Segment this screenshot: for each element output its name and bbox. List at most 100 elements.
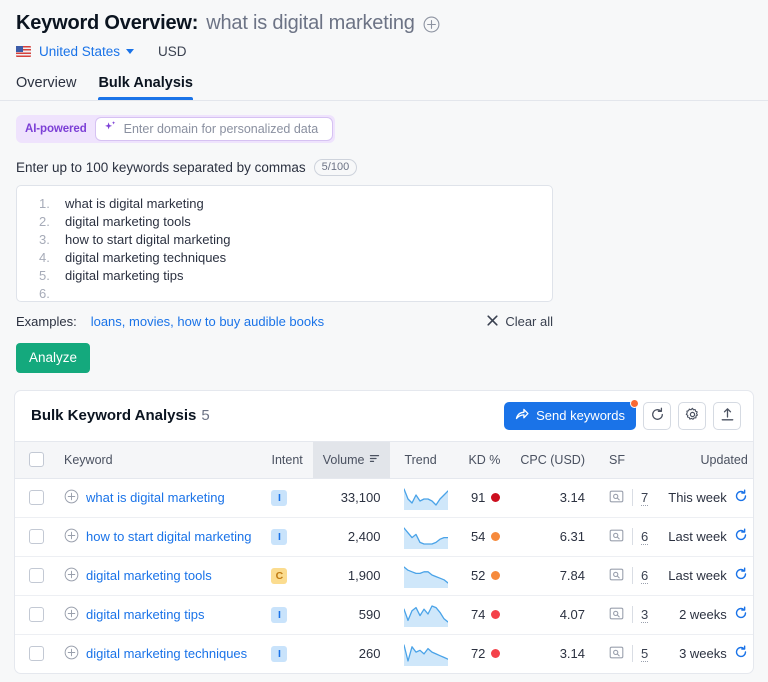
serp-preview-icon[interactable] xyxy=(609,489,624,507)
table-body: what is digital marketing I 33,100 91 3.14 7 T… xyxy=(15,478,753,673)
export-icon xyxy=(720,407,735,425)
intent-badge[interactable]: I xyxy=(271,529,288,545)
column-header-cpc[interactable]: CPC (USD) xyxy=(510,440,595,479)
row-select-cell xyxy=(15,517,54,557)
examples-links[interactable]: loans, movies, how to buy audible books xyxy=(91,314,324,329)
row-refresh-icon[interactable] xyxy=(734,567,748,584)
share-arrow-icon xyxy=(515,407,529,424)
keyword-line: 3. how to start digital marketing xyxy=(17,231,552,249)
column-header-sf[interactable]: SF xyxy=(595,440,659,479)
serp-preview-icon[interactable] xyxy=(609,567,624,585)
page-title-keyword: what is digital marketing xyxy=(206,12,415,34)
row-refresh-icon[interactable] xyxy=(734,489,748,506)
sf-cell: 5 xyxy=(595,634,658,673)
analyze-button[interactable]: Analyze xyxy=(16,342,91,373)
page-title-prefix: Keyword Overview: xyxy=(16,12,199,34)
row-checkbox[interactable] xyxy=(29,490,44,505)
column-header-keyword[interactable]: Keyword xyxy=(54,440,262,479)
export-button[interactable] xyxy=(713,401,741,430)
settings-button[interactable] xyxy=(678,401,706,430)
updated-value: Last week xyxy=(668,529,727,544)
column-header-updated[interactable]: Updated xyxy=(658,440,753,479)
table-header-row: Keyword Intent Volume Trend KD % CPC (US… xyxy=(15,440,753,479)
kd-value: 72 xyxy=(470,646,486,662)
select-all-checkbox[interactable] xyxy=(29,452,44,467)
keyword-link[interactable]: digital marketing techniques xyxy=(86,646,247,661)
serp-preview-icon[interactable] xyxy=(609,606,624,624)
intent-cell: I xyxy=(261,478,313,518)
sf-value[interactable]: 5 xyxy=(641,646,649,662)
kd-value: 74 xyxy=(470,607,486,622)
serp-preview-icon[interactable] xyxy=(609,528,624,546)
keyword-line-number: 3. xyxy=(39,231,50,247)
sf-value[interactable]: 7 xyxy=(641,490,649,506)
add-to-list-icon[interactable] xyxy=(64,606,79,624)
keyword-line: 1. what is digital marketing xyxy=(17,195,552,213)
send-keywords-label: Send keywords xyxy=(536,408,625,423)
domain-input[interactable]: Enter domain for personalized data xyxy=(94,117,333,141)
intent-cell: I xyxy=(261,517,313,557)
sf-value[interactable]: 6 xyxy=(641,529,649,545)
column-header-volume[interactable]: Volume xyxy=(312,440,391,479)
keyword-line-text: what is digital marketing xyxy=(65,195,204,211)
add-to-list-icon[interactable] xyxy=(64,489,79,507)
refresh-button[interactable] xyxy=(643,401,671,430)
column-header-intent[interactable]: Intent xyxy=(261,440,313,479)
chevron-down-icon[interactable] xyxy=(126,49,135,54)
keyword-link[interactable]: what is digital marketing xyxy=(86,490,225,505)
keyword-line-number: 1. xyxy=(39,195,50,211)
keyword-line-number: 2. xyxy=(39,213,50,229)
tab-bulk-analysis[interactable]: Bulk Analysis xyxy=(98,75,193,100)
keyword-link[interactable]: how to start digital marketing xyxy=(86,529,251,544)
send-keywords-button[interactable]: Send keywords xyxy=(504,398,639,430)
row-select-cell xyxy=(15,634,54,673)
clear-all-button[interactable]: Clear all xyxy=(487,313,553,331)
column-header-trend[interactable]: Trend xyxy=(390,440,459,479)
row-refresh-icon[interactable] xyxy=(734,645,748,662)
trend-cell xyxy=(390,517,459,557)
kd-status-dot xyxy=(491,571,501,580)
add-keyword-icon[interactable] xyxy=(423,16,440,33)
database-selector-row: United States USD xyxy=(16,44,752,59)
cpc-cell: 7.84 xyxy=(510,556,595,596)
keyword-line-number: 5. xyxy=(39,267,50,283)
add-to-list-icon[interactable] xyxy=(64,567,79,585)
intent-badge[interactable]: I xyxy=(271,490,288,506)
keyword-link[interactable]: digital marketing tools xyxy=(86,568,212,583)
row-refresh-icon[interactable] xyxy=(734,528,748,545)
volume-cell: 590 xyxy=(312,595,391,635)
intent-badge[interactable]: C xyxy=(271,568,288,584)
keyword-link[interactable]: digital marketing tips xyxy=(86,607,205,622)
domain-input-placeholder: Enter domain for personalized data xyxy=(123,122,319,136)
updated-value: 2 weeks xyxy=(679,607,727,622)
row-refresh-icon[interactable] xyxy=(734,606,748,623)
keyword-line: 5. digital marketing tips xyxy=(17,267,552,285)
keyword-entry-label: Enter up to 100 keywords separated by co… xyxy=(16,159,306,175)
intent-badge[interactable]: I xyxy=(271,607,288,623)
examples-row: Examples: loans, movies, how to buy audi… xyxy=(16,313,553,331)
trend-cell xyxy=(390,595,459,635)
table-row: how to start digital marketing I 2,400 54 6.… xyxy=(15,517,753,557)
trend-cell xyxy=(390,634,458,673)
intent-badge[interactable]: I xyxy=(271,646,288,663)
row-checkbox[interactable] xyxy=(29,568,44,583)
row-checkbox[interactable] xyxy=(29,529,44,544)
country-selector-label[interactable]: United States xyxy=(39,44,120,59)
examples-label: Examples: xyxy=(16,314,77,329)
keyword-textarea[interactable]: 1. what is digital marketing 2. digital … xyxy=(16,184,553,302)
row-checkbox[interactable] xyxy=(29,646,44,662)
column-header-kd[interactable]: KD % xyxy=(458,440,511,479)
sf-value[interactable]: 3 xyxy=(641,607,649,623)
sf-value[interactable]: 6 xyxy=(641,568,649,584)
add-to-list-icon[interactable] xyxy=(64,528,79,546)
ai-domain-row: AI-powered Enter domain for personalized… xyxy=(0,101,768,143)
cpc-cell: 3.14 xyxy=(559,646,585,662)
row-checkbox[interactable] xyxy=(29,607,44,622)
sf-cell: 6 xyxy=(595,556,659,596)
tab-overview[interactable]: Overview xyxy=(16,75,76,100)
results-table: Keyword Intent Volume Trend KD % CPC (US… xyxy=(15,440,753,674)
keyword-counter-badge: 5/100 xyxy=(313,159,358,176)
serp-preview-icon[interactable] xyxy=(609,645,624,663)
volume-cell: 1,900 xyxy=(312,556,391,596)
add-to-list-icon[interactable] xyxy=(64,645,79,663)
